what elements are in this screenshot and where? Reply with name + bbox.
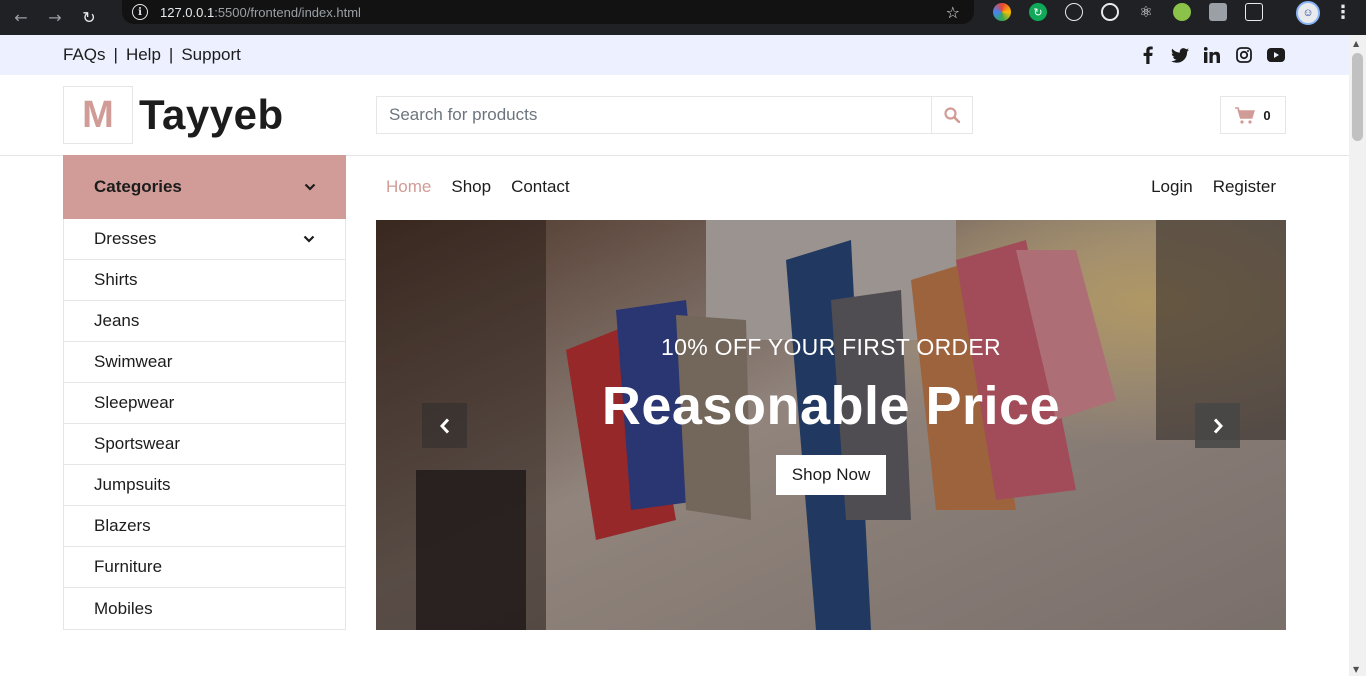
faqs-link[interactable]: FAQs [63,45,106,65]
extension-react-icon[interactable]: ⚛ [1137,3,1155,21]
extension-printer-icon[interactable] [1209,3,1227,21]
site-header: M Tayyeb 0 [0,75,1349,156]
categories-list: Dresses Shirts Jeans Swimwear Sleepwear … [63,219,346,630]
chevron-down-icon [303,235,315,243]
nav-contact[interactable]: Contact [511,177,570,197]
logo-name: Tayyeb [139,91,284,138]
nav-home[interactable]: Home [386,177,431,197]
profile-avatar[interactable]: ☺ [1296,1,1320,25]
linkedin-icon[interactable] [1202,45,1222,65]
page-scrollbar[interactable]: ▲ ▼ [1349,35,1366,676]
search-bar [376,96,973,134]
category-item-furniture[interactable]: Furniture [64,547,345,588]
cart-count: 0 [1263,107,1271,123]
youtube-icon[interactable] [1266,45,1286,65]
support-link[interactable]: Support [181,45,241,65]
categories-toggle[interactable]: Categories [63,155,346,219]
bookmark-star-icon[interactable]: ☆ [946,3,960,22]
category-item-jumpsuits[interactable]: Jumpsuits [64,465,345,506]
extension-target-icon[interactable] [1101,3,1119,21]
extensions-puzzle-icon[interactable] [1245,3,1263,21]
category-item-blazers[interactable]: Blazers [64,506,345,547]
extension-bulb-icon[interactable] [1173,3,1191,21]
logo-letter: M [63,86,133,144]
chevron-left-icon [439,417,449,434]
nav-shop[interactable]: Shop [451,177,491,197]
chevron-right-icon [1213,417,1223,434]
extension-link-icon[interactable] [1065,3,1083,21]
category-item-sportswear[interactable]: Sportswear [64,424,345,465]
chevron-down-icon [304,183,316,191]
search-button[interactable] [931,97,972,133]
scroll-down-icon[interactable]: ▼ [1353,665,1359,674]
topbar: FAQs | Help | Support [0,35,1349,75]
category-item-jeans[interactable]: Jeans [64,301,345,342]
category-item-sleepwear[interactable]: Sleepwear [64,383,345,424]
hero-title: Reasonable Price [601,376,1061,436]
carousel-prev-button[interactable] [422,403,467,448]
categories-title: Categories [94,177,182,196]
category-item-dresses[interactable]: Dresses [64,219,345,260]
hero-carousel: 10% OFF YOUR FIRST ORDER Reasonable Pric… [376,220,1286,630]
extension-color-icon[interactable] [993,3,1011,21]
hero-subtitle: 10% OFF YOUR FIRST ORDER [661,334,1001,360]
nav-login[interactable]: Login [1151,177,1193,197]
page: FAQs | Help | Support M Tayyeb Search fo… [0,35,1349,676]
category-item-swimwear[interactable]: Swimwear [64,342,345,383]
address-bar[interactable]: i 127.0.0.1:5500/frontend/index.html ☆ [122,0,974,24]
twitter-icon[interactable] [1170,45,1190,65]
carousel-next-button[interactable] [1195,403,1240,448]
scrollbar-thumb[interactable] [1352,53,1363,141]
forward-icon[interactable]: → [42,5,68,31]
shop-now-button[interactable]: Shop Now [775,455,887,495]
facebook-icon[interactable] [1138,45,1158,65]
help-link[interactable]: Help [126,45,161,65]
topbar-links: FAQs | Help | Support [63,45,241,65]
categories-sidebar: Categories Dresses Shirts Jeans Swimwear… [63,155,346,630]
browser-toolbar: ← → ↻ i 127.0.0.1:5500/frontend/index.ht… [0,0,1366,35]
extension-refresh-icon[interactable]: ↻ [1029,3,1047,21]
scroll-up-icon[interactable]: ▲ [1353,39,1359,48]
back-icon[interactable]: ← [8,5,34,31]
logo[interactable]: M Tayyeb [63,86,284,144]
url-text[interactable]: 127.0.0.1:5500/frontend/index.html [160,5,361,20]
social-links [1138,45,1286,65]
category-item-mobiles[interactable]: Mobiles [64,588,345,629]
cart-icon [1235,106,1256,124]
main-nav: Home Shop Contact Login Register [376,167,1286,207]
instagram-icon[interactable] [1234,45,1254,65]
nav-register[interactable]: Register [1213,177,1276,197]
site-info-icon[interactable]: i [132,4,148,20]
search-icon [944,107,960,123]
reload-icon[interactable]: ↻ [76,5,102,31]
cart-button[interactable]: 0 [1220,96,1286,134]
hero-caption: 10% OFF YOUR FIRST ORDER Reasonable Pric… [376,334,1286,495]
browser-menu-icon[interactable]: ⋮ [1334,2,1352,23]
category-item-shirts[interactable]: Shirts [64,260,345,301]
search-input[interactable] [377,97,931,133]
